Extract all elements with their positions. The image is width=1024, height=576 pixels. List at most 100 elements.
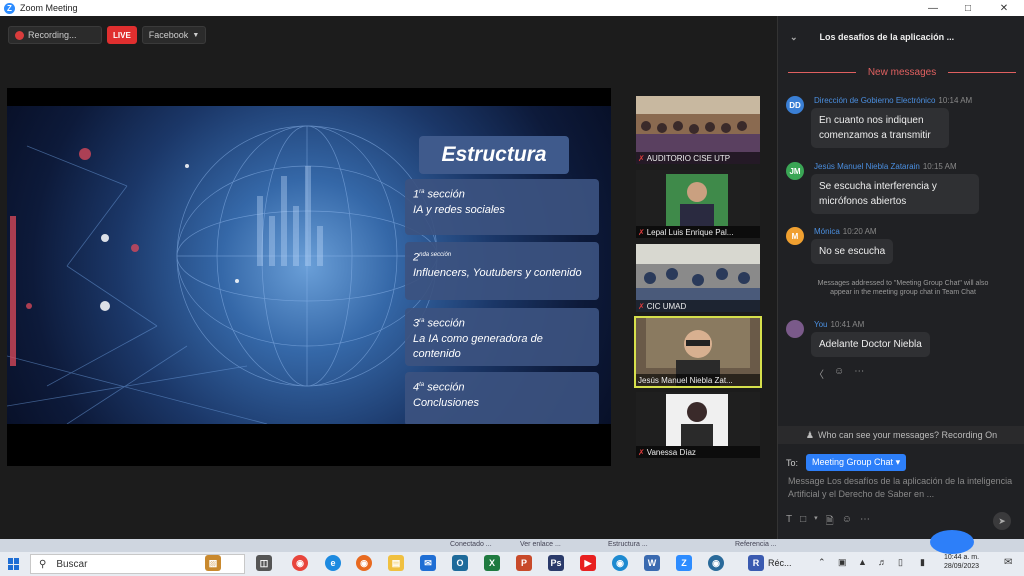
section-word: sección <box>427 381 465 394</box>
youtube-icon[interactable]: ▶ <box>580 555 596 571</box>
file-icon[interactable]: 🗎 <box>826 514 834 531</box>
emoji-icon[interactable]: ☺ <box>842 514 852 531</box>
message-input[interactable]: Message Los desafíos de la aplicación de… <box>788 475 1013 501</box>
task-view-icon[interactable]: ◫ <box>256 555 272 571</box>
section-sup: ra <box>419 189 425 195</box>
strip-item[interactable]: Conectado ... <box>450 541 492 548</box>
section-word: sección <box>427 317 465 330</box>
strip-item[interactable]: Referencia ... <box>735 541 777 548</box>
chat-title: Los desafíos de la aplicación ... <box>819 32 955 42</box>
section-sup: ta <box>419 382 425 388</box>
sender-name: Jesús Manuel Niebla Zatarain <box>814 162 920 171</box>
search-placeholder: Buscar <box>56 558 88 570</box>
more-icon[interactable]: ⋯ <box>860 514 870 531</box>
maximize-icon[interactable]: □ <box>951 0 985 16</box>
participant-tile-active-speaker[interactable]: Jesús Manuel Niebla Zat... <box>634 316 762 388</box>
photoshop-icon[interactable]: Ps <box>548 555 564 571</box>
new-messages-divider: New messages <box>788 67 1017 78</box>
excel-icon[interactable]: X <box>484 555 500 571</box>
outlook-icon[interactable]: O <box>452 555 468 571</box>
strip-item[interactable]: Estructura ... <box>608 541 648 548</box>
strip-item[interactable]: Ver enlace ... <box>520 541 561 548</box>
slide-title: Estructura <box>419 136 569 174</box>
recording-indicator[interactable]: Recording... <box>8 26 102 44</box>
file-explorer-icon[interactable]: ▤ <box>388 555 404 571</box>
privacy-notice-label: Who can see your messages? Recording On <box>817 430 998 440</box>
zoom-logo-icon: Z <box>4 2 15 14</box>
word-icon[interactable]: W <box>644 555 660 571</box>
recorder-app-icon[interactable]: R <box>748 555 764 571</box>
new-messages-label: New messages <box>867 67 937 78</box>
system-note: Messages addressed to "Meeting Group Cha… <box>817 280 989 296</box>
mail-icon[interactable]: ✉ <box>420 555 436 571</box>
section-sup: ra <box>419 318 425 324</box>
briefcase-icon[interactable]: ▨ <box>205 555 221 571</box>
tray-app-icon[interactable]: ▣ <box>838 557 847 568</box>
app-icon[interactable]: ◉ <box>708 555 724 571</box>
chevron-down-icon[interactable]: ▾ <box>814 514 818 531</box>
network-icon[interactable]: ▲ <box>858 557 867 567</box>
language-icon[interactable]: ▮ <box>920 557 925 568</box>
notifications-icon[interactable]: ✉ <box>1004 557 1012 568</box>
recipient-label: Meeting Group Chat <box>812 457 894 467</box>
message-bubble[interactable]: No se escucha <box>811 239 894 264</box>
message-sender: Dirección de Gobierno Electrónico 10:14 A… <box>814 96 972 105</box>
emoji-icon[interactable]: ☺ <box>834 366 844 381</box>
sender-name: Mónica <box>814 227 840 236</box>
system-clock[interactable]: 10:44 a. m. 28/09/2023 <box>944 553 979 571</box>
battery-icon[interactable]: ▯ <box>898 557 903 568</box>
edge-icon[interactable]: e <box>325 555 341 571</box>
message-time: 10:14 AM <box>938 96 973 105</box>
zoom-icon[interactable]: Z <box>676 555 692 571</box>
message-actions: 〈 ☺ ⋯ <box>814 366 864 381</box>
minimize-icon[interactable]: — <box>916 0 950 16</box>
privacy-notice[interactable]: ♟ Who can see your messages? Recording O… <box>778 426 1024 444</box>
recipient-dropdown[interactable]: Meeting Group Chat ▾ <box>806 454 907 471</box>
participant-name: AUDITORIO CISE UTP <box>646 153 731 163</box>
chat-header: ⌄ Los desafíos de la aplicación ... <box>778 16 1024 58</box>
message-bubble[interactable]: Se escucha interferencia y micrófonos ab… <box>811 174 979 214</box>
message-bubble[interactable]: En cuanto nos indiquen comenzamos a tran… <box>811 108 949 148</box>
windows-taskbar: ⚲ Buscar <box>0 552 1024 576</box>
slide-section-1: 1ra sección IA y redes sociales <box>405 179 599 235</box>
send-button[interactable]: ➤ <box>993 512 1011 530</box>
taskbar-app-label[interactable]: Réc... <box>768 558 792 568</box>
close-icon[interactable]: ✕ <box>987 0 1021 16</box>
message-bubble[interactable]: Adelante Doctor Niebla <box>811 332 930 357</box>
avatar: JM <box>786 162 804 180</box>
windows-start-icon[interactable] <box>8 558 20 570</box>
background-window-strip: Conectado ... Ver enlace ... Estructura … <box>0 539 1024 552</box>
participant-tile[interactable]: ✗ AUDITORIO CISE UTP <box>636 96 760 164</box>
participant-name: Jesús Manuel Niebla Zat... <box>638 375 733 385</box>
powerpoint-icon[interactable]: P <box>516 555 532 571</box>
tray-up-icon[interactable]: ⌃ <box>818 557 826 568</box>
avatar: M <box>786 227 804 245</box>
sender-name: You <box>814 320 828 329</box>
format-icon[interactable]: T <box>786 514 792 531</box>
participant-tile[interactable]: ✗ CIC UMAD <box>636 244 760 312</box>
chat-bubble-icon[interactable] <box>930 530 974 554</box>
participant-tile[interactable]: ✗ Vanessa Díaz <box>636 392 760 458</box>
sender-name: Dirección de Gobierno Electrónico <box>814 96 936 105</box>
message-sender: Jesús Manuel Niebla Zatarain 10:15 AM <box>814 162 957 171</box>
screenshot-icon[interactable]: □ <box>800 514 806 531</box>
window-title: Zoom Meeting <box>20 3 78 13</box>
firefox-icon[interactable]: ◉ <box>356 555 372 571</box>
reply-icon[interactable]: 〈 <box>814 366 824 381</box>
mic-muted-icon: ✗ <box>638 153 645 163</box>
chrome-icon[interactable]: ◉ <box>292 555 308 571</box>
compose-toolbar: T □ ▾ 🗎 ☺ ⋯ <box>786 514 870 531</box>
slide-section-4: 4ta sección Conclusiones <box>405 372 599 424</box>
section-text: La IA como generadora de contenido <box>413 332 543 360</box>
participant-tile[interactable]: ✗ Lepal Luis Enrique Pal... <box>636 170 760 238</box>
volume-icon[interactable]: ♬ <box>878 557 887 567</box>
meeting-toolbar: Recording... LIVE Facebook ▼ <box>8 26 207 44</box>
recording-label: Recording... <box>28 30 77 40</box>
browser-icon[interactable]: ◉ <box>612 555 628 571</box>
facebook-stream-dropdown[interactable]: Facebook ▼ <box>141 26 207 44</box>
chevron-down-icon[interactable]: ⌄ <box>790 32 798 43</box>
clock-time: 10:44 a. m. <box>944 554 980 561</box>
participant-name: Vanessa Díaz <box>646 447 696 457</box>
more-icon[interactable]: ⋯ <box>854 366 864 381</box>
section-text: Conclusiones <box>413 396 480 409</box>
